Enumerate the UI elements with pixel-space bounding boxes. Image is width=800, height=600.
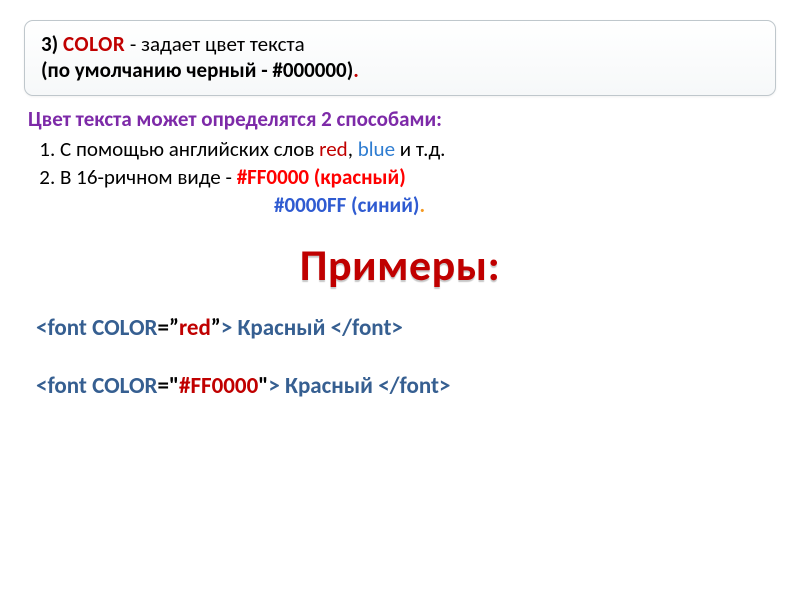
attribute-name: COLOR	[63, 31, 125, 57]
angle-bracket: >	[439, 372, 450, 400]
element-name: font	[47, 372, 92, 400]
item-number: 3)	[41, 31, 63, 57]
text: В 16-ричном виде -	[60, 164, 237, 190]
angle-bracket: <	[36, 314, 47, 342]
intro-text: Цвет текста может определятся 2 способам…	[28, 106, 772, 132]
hex-red-code: #FF0000	[237, 164, 309, 190]
angle-bracket: >	[391, 314, 402, 342]
angle-bracket: </	[378, 372, 399, 400]
attr-name: COLOR	[92, 314, 157, 342]
period: .	[353, 57, 359, 83]
methods-list: С помощью английских слов red, blue и т.…	[60, 136, 772, 190]
blue-word: blue	[358, 136, 395, 162]
attribute-desc: - задает цвет текста	[125, 31, 305, 57]
angle-bracket: >	[221, 314, 232, 342]
default-value-text: (по умолчанию черный - #000000)	[41, 57, 353, 83]
quote: "	[169, 372, 179, 400]
equals: =	[157, 314, 168, 342]
text: ,	[348, 136, 358, 162]
hex-blue-row: #0000FF (синий).	[274, 192, 776, 218]
quote: ˮ	[169, 314, 179, 342]
attr-value: red	[179, 314, 211, 342]
equals: =	[157, 372, 168, 400]
quote: "	[258, 372, 268, 400]
code-example-1: <font COLOR=ˮredˮ> Красный </font>	[36, 314, 772, 342]
definition-line-2: (по умолчанию черный - #000000).	[41, 57, 759, 83]
code-example-2: <font COLOR="#FF0000"> Красный </font>	[36, 372, 772, 400]
definition-line-1: 3) COLOR - задает цвет текста	[41, 31, 759, 57]
element-name: font	[400, 372, 439, 400]
angle-bracket: >	[268, 372, 279, 400]
hex-blue-label: (синий)	[346, 192, 419, 218]
angle-bracket: </	[331, 314, 352, 342]
element-name: font	[352, 314, 391, 342]
inner-text: Красный	[280, 372, 378, 400]
definition-box: 3) COLOR - задает цвет текста (по умолча…	[24, 20, 776, 96]
hex-red-label: (красный)	[309, 164, 406, 190]
angle-bracket: <	[36, 372, 47, 400]
method-item-2: В 16-ричном виде - #FF0000 (красный)	[60, 164, 772, 190]
method-item-1: С помощью английских слов red, blue и т.…	[60, 136, 772, 162]
period: .	[419, 192, 425, 218]
quote: ˮ	[211, 314, 221, 342]
examples-heading: Примеры:	[24, 238, 776, 292]
attr-name: COLOR	[92, 372, 157, 400]
text: и т.д.	[395, 136, 445, 162]
red-word: red	[319, 136, 348, 162]
attr-value: #FF0000	[179, 372, 258, 400]
hex-blue-code: #0000FF	[274, 192, 346, 218]
inner-text: Красный	[232, 314, 330, 342]
element-name: font	[47, 314, 92, 342]
text: С помощью английских слов	[60, 136, 319, 162]
